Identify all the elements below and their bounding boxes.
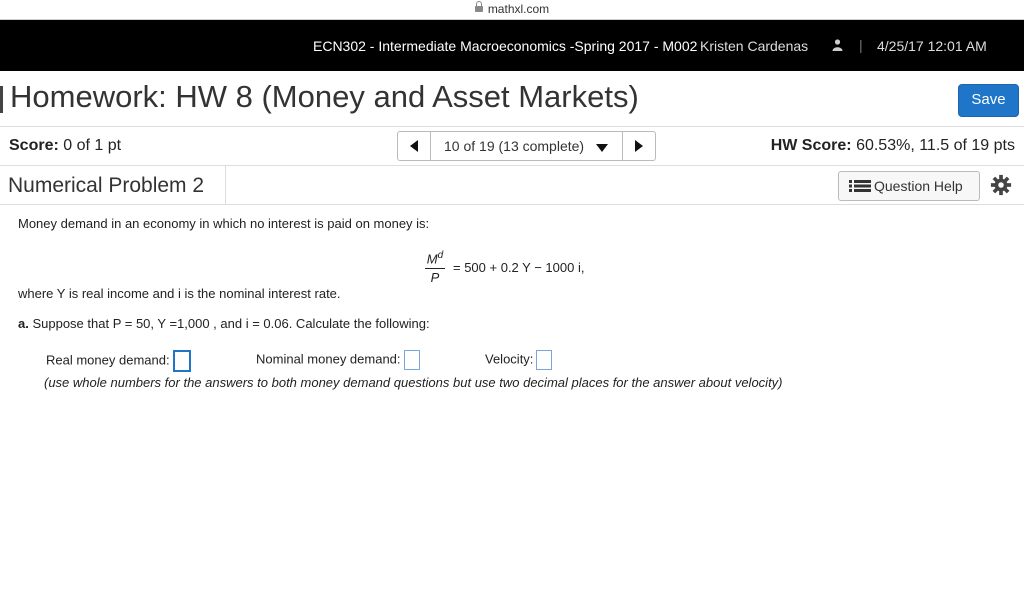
equation-fraction: Md P — [425, 248, 445, 286]
real-money-demand-label: Real money demand: — [46, 352, 170, 368]
velocity-input[interactable] — [536, 350, 553, 370]
course-name: ECN302 - Intermediate Macroeconomics -Sp… — [313, 38, 698, 54]
url-text: mathxl.com — [487, 2, 550, 16]
equation-denominator: P — [430, 270, 440, 286]
browser-url-bar[interactable]: mathxl.com — [0, 0, 1024, 20]
current-datetime: 4/25/17 12:01 AM — [877, 38, 987, 54]
hw-score-value: 60.53%, 11.5 of 19 pts — [856, 137, 1015, 154]
money-demand-equation: Md P = 500 + 0.2 Y − 1000 i, — [425, 248, 625, 288]
question-help-button[interactable]: Question Help — [838, 171, 980, 201]
real-money-demand-input[interactable] — [172, 350, 191, 372]
lock-icon — [474, 1, 483, 12]
hw-score-label: HW Score: — [770, 137, 852, 154]
nominal-money-demand: Nominal money demand: — [256, 350, 420, 370]
course-bar-separator: | — [859, 37, 863, 53]
nominal-money-demand-input[interactable] — [403, 350, 420, 370]
list-icon — [849, 180, 871, 192]
equation-rhs: = 500 + 0.2 Y − 1000 i, — [453, 260, 585, 275]
score-bar: Score: 0 of 1 pt 10 of 19 (13 complete) … — [0, 127, 1024, 166]
question-position-dropdown[interactable]: 10 of 19 (13 complete) — [444, 138, 584, 154]
velocity: Velocity: — [485, 350, 553, 370]
equation-numerator: Md — [426, 250, 444, 267]
question-content: Money demand in an economy in which no i… — [0, 205, 1024, 601]
part-a-prompt: a. Suppose that P = 50, Y =1,000 , and i… — [18, 316, 430, 331]
score-value: 0 of 1 pt — [63, 137, 122, 154]
next-question-button[interactable] — [622, 132, 655, 160]
velocity-label: Velocity: — [485, 351, 534, 367]
previous-question-button[interactable] — [398, 132, 431, 160]
part-a-text: Suppose that P = 50, Y =1,000 , and i = … — [32, 316, 430, 331]
real-money-demand: Real money demand: — [46, 350, 191, 372]
answer-row: Real money demand: Nominal money demand:… — [46, 350, 746, 372]
problem-title: Numerical Problem 2 — [8, 174, 205, 197]
variable-definitions: where Y is real income and i is the nomi… — [18, 286, 341, 301]
score-label: Score: — [9, 137, 59, 154]
course-bar: ECN302 - Intermediate Macroeconomics -Sp… — [0, 20, 1024, 71]
question-help-label: Question Help — [874, 178, 963, 194]
header-left-edge — [0, 86, 3, 113]
problem-title-divider — [225, 166, 226, 204]
question-intro: Money demand in an economy in which no i… — [18, 216, 430, 231]
part-a-label: a. — [18, 316, 29, 331]
chevron-down-icon[interactable] — [596, 144, 608, 152]
save-button[interactable]: Save — [958, 84, 1019, 117]
fraction-bar — [425, 268, 445, 270]
hw-score: HW Score: 60.53%, 11.5 of 19 pts — [771, 137, 1015, 155]
problem-header: Numerical Problem 2 Question Help — [0, 166, 1024, 205]
nominal-money-demand-label: Nominal money demand: — [256, 351, 401, 367]
question-navigator: 10 of 19 (13 complete) — [397, 131, 656, 161]
homework-title: Homework: HW 8 (Money and Asset Markets) — [10, 79, 639, 114]
user-name[interactable]: Kristen Cardenas — [700, 38, 808, 54]
user-icon[interactable] — [832, 39, 843, 51]
score: Score: 0 of 1 pt — [9, 137, 121, 155]
gear-icon[interactable] — [990, 174, 1012, 196]
homework-header: Homework: HW 8 (Money and Asset Markets)… — [0, 72, 1024, 127]
answer-instructions: (use whole numbers for the answers to bo… — [44, 375, 783, 390]
